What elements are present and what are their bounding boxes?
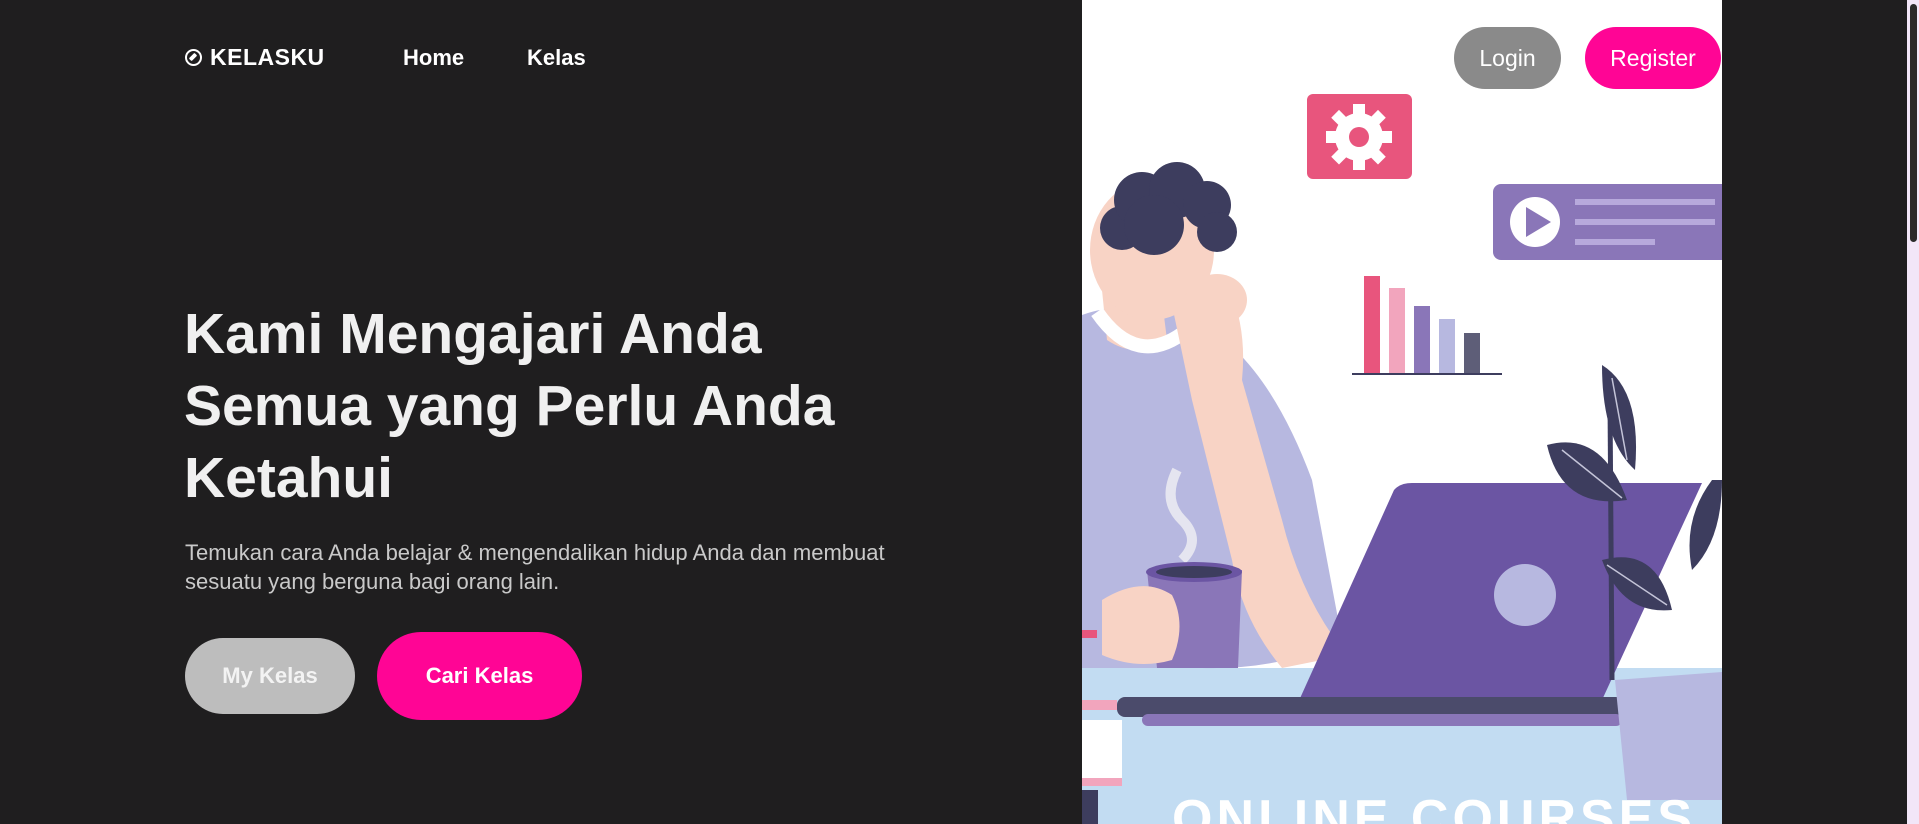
brand-name: KELASKU: [210, 44, 325, 70]
hero-title-line: Ketahui: [184, 446, 394, 510]
person-hand: [1187, 274, 1247, 326]
hero-title: Kami Mengajari Anda Semua yang Perlu And…: [184, 298, 944, 514]
scrollbar[interactable]: [1907, 0, 1919, 824]
person-hair: [1100, 162, 1237, 255]
hero-title-line: Kami Mengajari Anda: [184, 302, 762, 366]
right-gutter: [1722, 0, 1919, 824]
brand-logo[interactable]: KELASKU: [185, 44, 325, 71]
bar-chart-icon: [1352, 276, 1502, 375]
illustration-caption: ONLINE COURSES: [1172, 790, 1696, 824]
navbar: KELASKU Home Kelas Login Register: [0, 0, 1919, 118]
hero-title-line: Semua yang Perlu Anda: [184, 374, 835, 438]
nav-link-kelas[interactable]: Kelas: [527, 45, 586, 71]
cari-kelas-button[interactable]: Cari Kelas: [377, 632, 582, 720]
play-icon: [1493, 184, 1722, 260]
my-kelas-button[interactable]: My Kelas: [185, 638, 355, 714]
compass-icon: [185, 49, 202, 66]
hero-subtitle: Temukan cara Anda belajar & mengendalika…: [185, 538, 965, 596]
hero-subtitle-line: Temukan cara Anda belajar & mengendalika…: [185, 540, 885, 565]
register-button[interactable]: Register: [1585, 27, 1721, 89]
login-button[interactable]: Login: [1454, 27, 1561, 89]
hero-illustration: ONLINE COURSES: [1082, 0, 1722, 824]
nav-link-home[interactable]: Home: [403, 45, 464, 71]
hero-subtitle-line: sesuatu yang berguna bagi orang lain.: [185, 569, 560, 594]
